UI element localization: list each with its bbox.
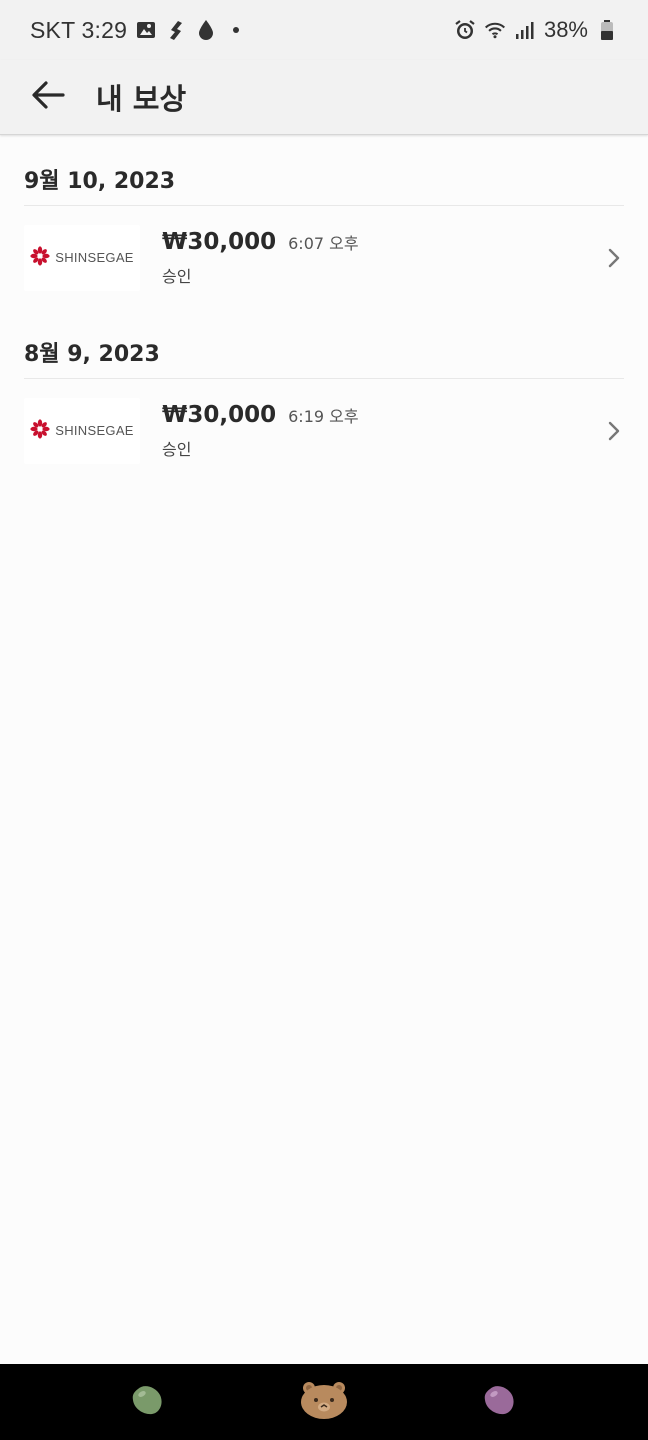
reward-amount: ₩30,000 [162,228,277,255]
item-top: ₩30,000 6:19 오후 [162,402,359,428]
brand-logo: SHINSEGAE [24,397,140,464]
rewards-list: 9월 10, 2023 SHINSEGAE ₩30,000 6:07 오후 승인… [0,136,648,482]
gallery-icon [135,19,157,41]
app-bar: 내 보상 [0,60,648,135]
item-info: ₩30,000 6:07 오후 승인 [162,229,359,287]
bear-face-icon [299,1380,349,1424]
reward-status: 승인 [162,266,192,286]
brand-name: SHINSEGAE [55,423,134,438]
nav-purple-button[interactable] [470,1372,530,1432]
page-title: 내 보상 [96,82,187,116]
group-date: 8월 9, 2023 [24,309,624,379]
battery-icon [596,19,618,41]
chevron-right-icon [604,417,624,445]
purple-bean-icon [482,1383,518,1421]
status-bar-right: 38% [454,17,618,43]
wifi-icon [484,19,506,41]
back-button[interactable] [24,73,72,121]
reward-time: 6:07 오후 [288,233,359,253]
reward-status: 승인 [162,439,192,459]
navigation-bar [0,1364,648,1440]
battery-level: 38% [543,17,588,42]
group-date: 9월 10, 2023 [24,136,624,206]
signal-icon [514,19,536,41]
nav-green-button[interactable] [118,1372,178,1432]
arrow-left-icon [31,80,65,114]
item-top: ₩30,000 6:07 오후 [162,229,359,255]
fitness-icon [165,19,187,41]
alarm-icon [454,19,476,41]
green-bean-icon [130,1383,166,1421]
water-drop-icon [195,19,217,41]
reward-time: 6:19 오후 [288,406,359,426]
reward-item[interactable]: SHINSEGAE ₩30,000 6:19 오후 승인 [24,379,624,482]
reward-item[interactable]: SHINSEGAE ₩30,000 6:07 오후 승인 [24,206,624,309]
nav-bear-button[interactable] [294,1372,354,1432]
carrier-time: SKT 3:29 [30,16,128,43]
dot-icon [225,19,247,41]
flower-logo-icon [30,418,50,443]
reward-group: 8월 9, 2023 SHINSEGAE ₩30,000 6:19 오후 승인 [0,309,648,482]
reward-group: 9월 10, 2023 SHINSEGAE ₩30,000 6:07 오후 승인 [0,136,648,309]
reward-amount: ₩30,000 [162,401,277,428]
brand-logo: SHINSEGAE [24,224,140,291]
brand-name: SHINSEGAE [55,250,134,265]
status-bar: SKT 3:29 38% [0,0,648,60]
chevron-right-icon [604,244,624,272]
flower-logo-icon [30,245,50,270]
item-info: ₩30,000 6:19 오후 승인 [162,402,359,460]
status-bar-left: SKT 3:29 [30,17,247,44]
